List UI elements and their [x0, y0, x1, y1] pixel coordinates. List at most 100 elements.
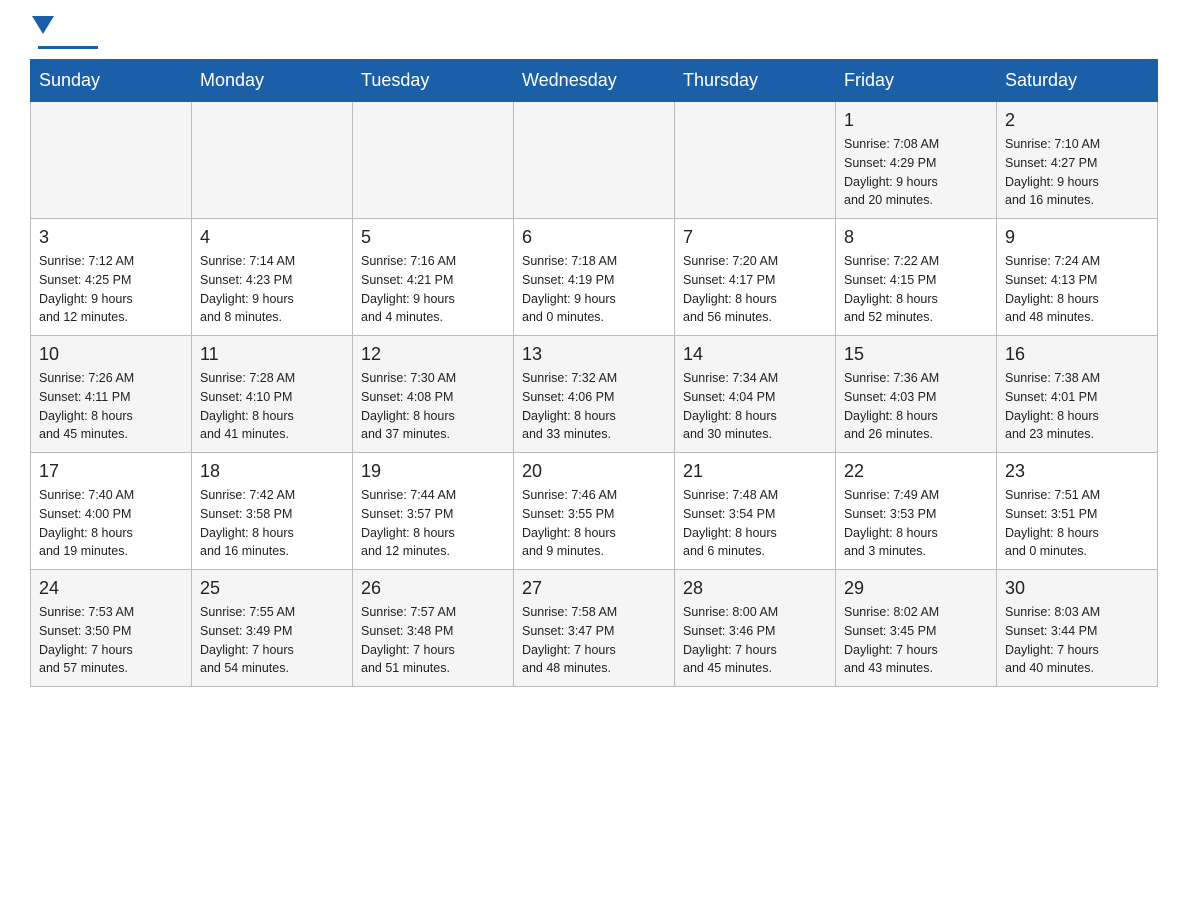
day-info: Sunrise: 7:42 AM Sunset: 3:58 PM Dayligh… [200, 486, 344, 561]
day-info: Sunrise: 7:51 AM Sunset: 3:51 PM Dayligh… [1005, 486, 1149, 561]
calendar-cell: 7 Sunrise: 7:20 AM Sunset: 4:17 PM Daylig… [675, 219, 836, 336]
day-info: Sunrise: 7:34 AM Sunset: 4:04 PM Dayligh… [683, 369, 827, 444]
calendar-cell [192, 102, 353, 219]
calendar-week-row: 1 Sunrise: 7:08 AM Sunset: 4:29 PM Daylig… [31, 102, 1158, 219]
calendar-cell: 10 Sunrise: 7:26 AM Sunset: 4:11 PM Dayli… [31, 336, 192, 453]
day-number: 4 [200, 227, 344, 248]
weekday-header-tuesday: Tuesday [353, 60, 514, 102]
day-info: Sunrise: 7:26 AM Sunset: 4:11 PM Dayligh… [39, 369, 183, 444]
day-info: Sunrise: 7:10 AM Sunset: 4:27 PM Dayligh… [1005, 135, 1149, 210]
calendar-cell: 14 Sunrise: 7:34 AM Sunset: 4:04 PM Dayli… [675, 336, 836, 453]
day-info: Sunrise: 7:20 AM Sunset: 4:17 PM Dayligh… [683, 252, 827, 327]
day-info: Sunrise: 8:02 AM Sunset: 3:45 PM Dayligh… [844, 603, 988, 678]
day-number: 12 [361, 344, 505, 365]
day-number: 14 [683, 344, 827, 365]
weekday-header-sunday: Sunday [31, 60, 192, 102]
calendar-cell: 2 Sunrise: 7:10 AM Sunset: 4:27 PM Daylig… [997, 102, 1158, 219]
day-number: 18 [200, 461, 344, 482]
weekday-header-row: SundayMondayTuesdayWednesdayThursdayFrid… [31, 60, 1158, 102]
calendar-week-row: 24 Sunrise: 7:53 AM Sunset: 3:50 PM Dayli… [31, 570, 1158, 687]
calendar-cell: 15 Sunrise: 7:36 AM Sunset: 4:03 PM Dayli… [836, 336, 997, 453]
day-number: 27 [522, 578, 666, 599]
day-info: Sunrise: 7:55 AM Sunset: 3:49 PM Dayligh… [200, 603, 344, 678]
calendar-cell: 8 Sunrise: 7:22 AM Sunset: 4:15 PM Daylig… [836, 219, 997, 336]
day-number: 23 [1005, 461, 1149, 482]
day-info: Sunrise: 7:08 AM Sunset: 4:29 PM Dayligh… [844, 135, 988, 210]
calendar-cell: 21 Sunrise: 7:48 AM Sunset: 3:54 PM Dayli… [675, 453, 836, 570]
day-number: 5 [361, 227, 505, 248]
day-number: 24 [39, 578, 183, 599]
day-info: Sunrise: 7:30 AM Sunset: 4:08 PM Dayligh… [361, 369, 505, 444]
day-number: 10 [39, 344, 183, 365]
calendar-cell: 22Sunrise: 7:49 AM Sunset: 3:53 PM Dayli… [836, 453, 997, 570]
calendar-cell [675, 102, 836, 219]
day-info: Sunrise: 7:48 AM Sunset: 3:54 PM Dayligh… [683, 486, 827, 561]
day-info: Sunrise: 7:38 AM Sunset: 4:01 PM Dayligh… [1005, 369, 1149, 444]
day-number: 17 [39, 461, 183, 482]
logo [30, 20, 98, 49]
day-number: 13 [522, 344, 666, 365]
calendar-cell: 11 Sunrise: 7:28 AM Sunset: 4:10 PM Dayli… [192, 336, 353, 453]
calendar-cell [353, 102, 514, 219]
calendar-cell: 12 Sunrise: 7:30 AM Sunset: 4:08 PM Dayli… [353, 336, 514, 453]
logo-triangle-icon [32, 16, 54, 34]
weekday-header-wednesday: Wednesday [514, 60, 675, 102]
day-number: 15 [844, 344, 988, 365]
day-number: 20 [522, 461, 666, 482]
calendar-cell: 23 Sunrise: 7:51 AM Sunset: 3:51 PM Dayli… [997, 453, 1158, 570]
day-info: Sunrise: 7:40 AM Sunset: 4:00 PM Dayligh… [39, 486, 183, 561]
calendar-week-row: 10 Sunrise: 7:26 AM Sunset: 4:11 PM Dayli… [31, 336, 1158, 453]
day-info: Sunrise: 7:44 AM Sunset: 3:57 PM Dayligh… [361, 486, 505, 561]
day-number: 11 [200, 344, 344, 365]
day-number: 21 [683, 461, 827, 482]
logo-underline [38, 46, 98, 49]
calendar-cell: 24 Sunrise: 7:53 AM Sunset: 3:50 PM Dayli… [31, 570, 192, 687]
calendar-table: SundayMondayTuesdayWednesdayThursdayFrid… [30, 59, 1158, 687]
day-number: 26 [361, 578, 505, 599]
day-info: Sunrise: 7:24 AM Sunset: 4:13 PM Dayligh… [1005, 252, 1149, 327]
calendar-cell: 16 Sunrise: 7:38 AM Sunset: 4:01 PM Dayli… [997, 336, 1158, 453]
weekday-header-saturday: Saturday [997, 60, 1158, 102]
calendar-cell: 26 Sunrise: 7:57 AM Sunset: 3:48 PM Dayli… [353, 570, 514, 687]
calendar-cell: 30Sunrise: 8:03 AM Sunset: 3:44 PM Dayli… [997, 570, 1158, 687]
page-header [30, 20, 1158, 49]
day-info: Sunrise: 7:46 AM Sunset: 3:55 PM Dayligh… [522, 486, 666, 561]
weekday-header-friday: Friday [836, 60, 997, 102]
day-number: 3 [39, 227, 183, 248]
day-info: Sunrise: 7:16 AM Sunset: 4:21 PM Dayligh… [361, 252, 505, 327]
day-number: 8 [844, 227, 988, 248]
day-number: 1 [844, 110, 988, 131]
day-number: 9 [1005, 227, 1149, 248]
day-info: Sunrise: 7:22 AM Sunset: 4:15 PM Dayligh… [844, 252, 988, 327]
calendar-cell: 19 Sunrise: 7:44 AM Sunset: 3:57 PM Dayli… [353, 453, 514, 570]
day-info: Sunrise: 7:28 AM Sunset: 4:10 PM Dayligh… [200, 369, 344, 444]
calendar-cell: 13 Sunrise: 7:32 AM Sunset: 4:06 PM Dayli… [514, 336, 675, 453]
calendar-cell: 25 Sunrise: 7:55 AM Sunset: 3:49 PM Dayli… [192, 570, 353, 687]
day-info: Sunrise: 7:12 AM Sunset: 4:25 PM Dayligh… [39, 252, 183, 327]
day-info: Sunrise: 7:32 AM Sunset: 4:06 PM Dayligh… [522, 369, 666, 444]
day-info: Sunrise: 7:58 AM Sunset: 3:47 PM Dayligh… [522, 603, 666, 678]
day-number: 16 [1005, 344, 1149, 365]
day-number: 19 [361, 461, 505, 482]
day-number: 28 [683, 578, 827, 599]
calendar-week-row: 3 Sunrise: 7:12 AM Sunset: 4:25 PM Daylig… [31, 219, 1158, 336]
calendar-week-row: 17 Sunrise: 7:40 AM Sunset: 4:00 PM Dayli… [31, 453, 1158, 570]
day-info: Sunrise: 8:00 AM Sunset: 3:46 PM Dayligh… [683, 603, 827, 678]
day-info: Sunrise: 7:14 AM Sunset: 4:23 PM Dayligh… [200, 252, 344, 327]
day-info: Sunrise: 7:57 AM Sunset: 3:48 PM Dayligh… [361, 603, 505, 678]
weekday-header-monday: Monday [192, 60, 353, 102]
day-number: 6 [522, 227, 666, 248]
calendar-cell [514, 102, 675, 219]
calendar-cell: 5 Sunrise: 7:16 AM Sunset: 4:21 PM Daylig… [353, 219, 514, 336]
calendar-cell: 1 Sunrise: 7:08 AM Sunset: 4:29 PM Daylig… [836, 102, 997, 219]
calendar-cell: 6Sunrise: 7:18 AM Sunset: 4:19 PM Daylig… [514, 219, 675, 336]
day-number: 7 [683, 227, 827, 248]
calendar-cell [31, 102, 192, 219]
calendar-cell: 18 Sunrise: 7:42 AM Sunset: 3:58 PM Dayli… [192, 453, 353, 570]
day-info: Sunrise: 7:36 AM Sunset: 4:03 PM Dayligh… [844, 369, 988, 444]
day-number: 2 [1005, 110, 1149, 131]
calendar-cell: 4 Sunrise: 7:14 AM Sunset: 4:23 PM Daylig… [192, 219, 353, 336]
day-number: 25 [200, 578, 344, 599]
day-info: Sunrise: 7:53 AM Sunset: 3:50 PM Dayligh… [39, 603, 183, 678]
calendar-cell: 9 Sunrise: 7:24 AM Sunset: 4:13 PM Daylig… [997, 219, 1158, 336]
